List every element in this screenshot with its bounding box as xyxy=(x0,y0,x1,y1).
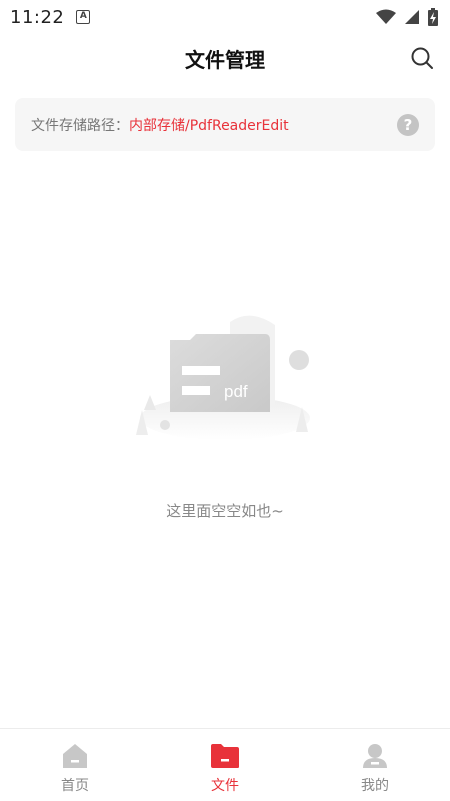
status-icons xyxy=(376,8,438,26)
folder-line-2 xyxy=(182,386,210,395)
home-icon xyxy=(63,744,87,768)
nav-label-home: 首页 xyxy=(61,778,89,794)
pdf-label: pdf xyxy=(224,382,248,401)
signal-icon xyxy=(405,10,419,24)
notification-icon: A xyxy=(76,10,91,24)
nav-item-files[interactable]: 文件 xyxy=(150,729,300,801)
status-time: 11:22 xyxy=(10,6,65,28)
storage-path-card: 文件存储路径： 内部存储/PdfReaderEdit ? xyxy=(15,98,435,151)
user-icon xyxy=(363,744,387,768)
folder-icon xyxy=(211,744,239,768)
nav-item-profile[interactable]: 我的 xyxy=(300,729,450,801)
nav-label-profile: 我的 xyxy=(361,778,389,794)
empty-message: 这里面空空如也~ xyxy=(166,502,284,520)
page-title: 文件管理 xyxy=(185,47,265,72)
nav-item-home[interactable]: 首页 xyxy=(0,729,150,801)
search-icon xyxy=(411,47,433,69)
wifi-icon xyxy=(376,9,396,24)
storage-path-value: 内部存储/PdfReaderEdit xyxy=(129,117,289,134)
help-icon[interactable]: ? xyxy=(397,113,419,136)
status-bar: 11:22 A xyxy=(0,0,450,34)
app-header: 文件管理 xyxy=(0,34,450,82)
battery-icon xyxy=(428,8,438,26)
empty-folder-illustration: pdf xyxy=(136,315,310,440)
nav-label-files: 文件 xyxy=(211,778,239,794)
screen: 11:22 A 文件管理 文件存储路径： 内部存储/PdfReaderEdit … xyxy=(0,0,450,801)
search-button[interactable] xyxy=(408,44,436,72)
storage-path-label: 文件存储路径： xyxy=(31,117,129,134)
bottom-nav: 首页 文件 我的 xyxy=(0,728,450,801)
folder-line-1 xyxy=(182,366,220,375)
